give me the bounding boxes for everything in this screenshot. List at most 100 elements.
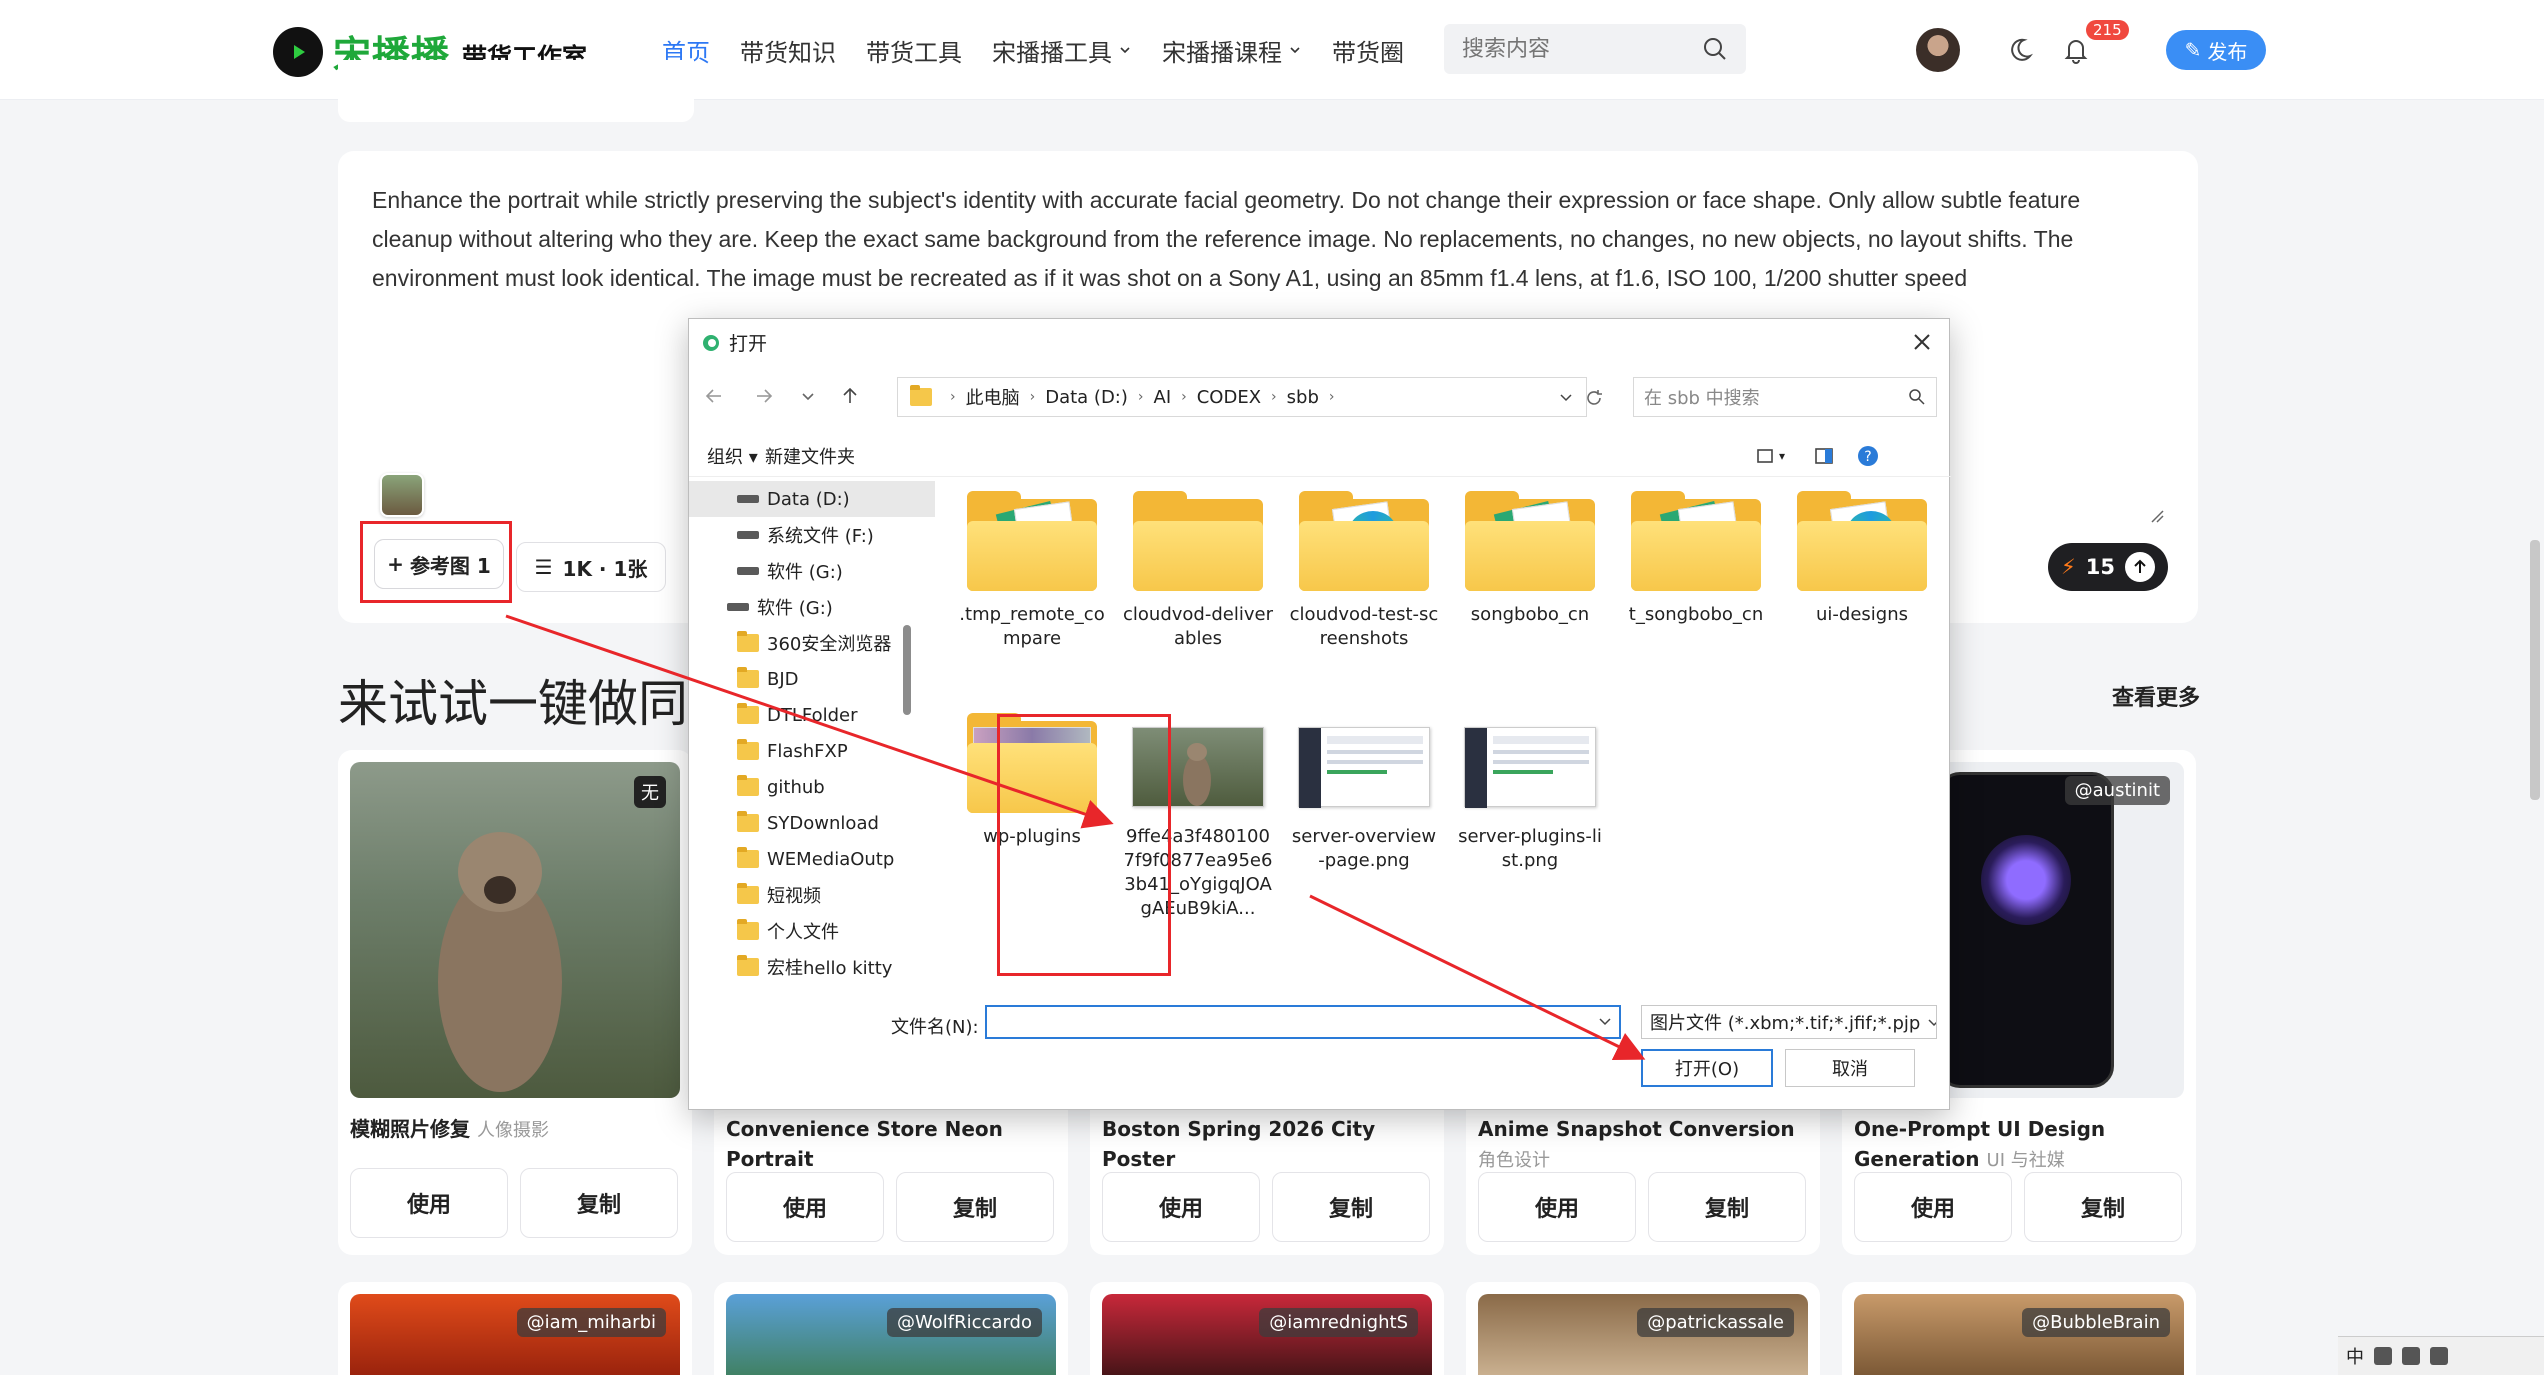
see-more-link[interactable]: 查看更多 [2112,680,2200,712]
chevron-down-icon[interactable] [1558,389,1574,405]
ime-icon[interactable]: 中 [2346,1343,2364,1369]
tree-item[interactable]: github [689,769,935,805]
publish-button[interactable]: ✎ 发布 [2166,30,2266,70]
path-segment[interactable]: 此电脑 [966,384,1020,410]
tray-icon[interactable] [2374,1347,2392,1365]
view-dropdown-icon[interactable]: ▾ [1779,449,1785,463]
user-avatar[interactable] [1916,28,1960,72]
tray-icon[interactable] [2402,1347,2420,1365]
chevron-down-icon[interactable] [1597,1013,1613,1029]
tree-item[interactable]: DTLFolder [689,697,935,733]
template-card[interactable]: @patrickassale [1466,1282,1820,1375]
resize-handle-icon[interactable] [2150,509,2164,523]
file-item[interactable]: .tmp_remote_compare [957,491,1107,651]
help-icon[interactable]: ? [1857,445,1879,467]
use-button[interactable]: 使用 [350,1168,508,1238]
tree-item[interactable]: WEMediaOutp [689,841,935,877]
recent-dropdown-icon[interactable] [797,385,819,407]
file-item[interactable]: cloudvod-deliverables [1123,491,1273,651]
menu-item-sbb-tools[interactable]: 宋播播工具 [992,30,1132,70]
folder-tree: Data (D:) 系统文件 (F:) 软件 (G:) 软件 (G:) 360安全浏览器… [689,481,935,981]
template-card[interactable]: 无 模糊照片修复 人像摄影 使用 复制 [338,750,692,1255]
tree-item[interactable]: BJD [689,661,935,697]
tree-item[interactable]: FlashFXP [689,733,935,769]
size-setting-button[interactable]: ☰ 1K · 1张 [516,542,666,592]
template-card[interactable]: @BubbleBrain [1842,1282,2196,1375]
file-item[interactable]: ui-designs [1787,491,1937,627]
folder-icon [910,385,932,406]
card-title-text: Anime Snapshot Conversion [1478,1117,1795,1141]
file-item[interactable]: t_songbobo_cn [1621,491,1771,627]
moon-icon[interactable] [2004,34,2036,66]
back-arrow-icon[interactable] [703,385,725,407]
file-item[interactable]: server-overview-page.png [1289,713,1439,873]
file-label: .tmp_remote_compare [959,604,1105,649]
bell-icon[interactable] [2060,34,2092,66]
tree-item[interactable]: 个人文件 [689,913,935,949]
copy-button[interactable]: 复制 [1272,1172,1430,1242]
tree-item[interactable]: 360安全浏览器 [689,625,935,661]
tree-item[interactable]: 宏桂hello kitty [689,949,935,981]
system-tray: 中 [2338,1336,2544,1375]
folder-icon [1465,491,1595,595]
filetype-select[interactable]: 图片文件 (*.xbm;*.tif;*.jfif;*.pjp [1641,1005,1937,1039]
file-item[interactable]: server-plugins-list.png [1455,713,1605,873]
template-card[interactable]: @WolfRiccardo [714,1282,1068,1375]
folder-icon [737,919,759,940]
tree-scrollbar[interactable] [903,625,911,715]
reference-image-button[interactable]: + 参考图 1 [374,539,504,589]
copy-button[interactable]: 复制 [896,1172,1054,1242]
path-segment[interactable]: Data (D:) [1045,387,1128,408]
path-segment[interactable]: AI [1154,387,1172,408]
menu-item-circle[interactable]: 带货圈 [1332,30,1404,70]
template-card[interactable]: @iam_miharbi [338,1282,692,1375]
dialog-search-box[interactable]: 在 sbb 中搜索 [1633,377,1937,417]
filename-input[interactable] [985,1005,1621,1039]
search-input[interactable] [1462,36,1692,62]
tree-item-label: SYDownload [767,812,879,834]
generate-button[interactable]: ⚡ 15 [2048,543,2168,591]
page-scrollbar[interactable] [2530,540,2540,800]
tray-icon[interactable] [2430,1347,2448,1365]
menu-item-knowledge[interactable]: 带货知识 [740,30,836,70]
use-button[interactable]: 使用 [1478,1172,1636,1242]
tree-item[interactable]: SYDownload [689,805,935,841]
tree-item[interactable]: 短视频 [689,877,935,913]
pen-icon: ✎ [2184,38,2202,62]
up-arrow-icon[interactable] [839,385,861,407]
template-card[interactable]: @iamrednightS [1090,1282,1444,1375]
forward-arrow-icon[interactable] [753,385,775,407]
file-item[interactable]: songbobo_cn [1455,491,1605,627]
open-button[interactable]: 打开(O) [1641,1049,1773,1087]
tree-item[interactable]: 软件 (G:) [689,589,935,625]
copy-button[interactable]: 复制 [2024,1172,2182,1242]
new-folder-button[interactable]: 新建文件夹 [765,443,855,469]
cancel-button[interactable]: 取消 [1785,1049,1915,1087]
path-segment[interactable]: CODEX [1197,387,1261,408]
menu-item-sbb-courses[interactable]: 宋播播课程 [1162,30,1302,70]
view-options-icon[interactable] [1755,445,1777,467]
use-button[interactable]: 使用 [1102,1172,1260,1242]
use-button[interactable]: 使用 [1854,1172,2012,1242]
tree-item[interactable]: Data (D:) [689,481,935,517]
arrow-up-icon [2124,552,2155,582]
tree-item[interactable]: 系统文件 (F:) [689,517,935,553]
search-icon[interactable] [1702,36,1728,62]
copy-button[interactable]: 复制 [520,1168,678,1238]
organize-menu[interactable]: 组织 ▾ [707,443,758,469]
prompt-textarea[interactable]: Enhance the portrait while strictly pres… [372,181,2162,298]
tree-item[interactable]: 软件 (G:) [689,553,935,589]
menu-item-tools[interactable]: 带货工具 [866,30,962,70]
folder-icon [737,883,759,904]
preview-pane-icon[interactable] [1813,445,1835,467]
path-segment[interactable]: sbb [1287,387,1319,408]
menu-label: 带货圈 [1332,38,1404,67]
reference-thumbnail[interactable] [380,473,424,517]
refresh-icon[interactable] [1583,387,1605,409]
close-icon[interactable] [1909,329,1935,355]
use-button[interactable]: 使用 [726,1172,884,1242]
address-bar[interactable]: › 此电脑 › Data (D:) › AI › CODEX › sbb › [897,377,1587,417]
file-item[interactable]: cloudvod-test-screenshots [1289,491,1439,651]
copy-button[interactable]: 复制 [1648,1172,1806,1242]
card-tag: @iam_miharbi [516,1308,666,1337]
